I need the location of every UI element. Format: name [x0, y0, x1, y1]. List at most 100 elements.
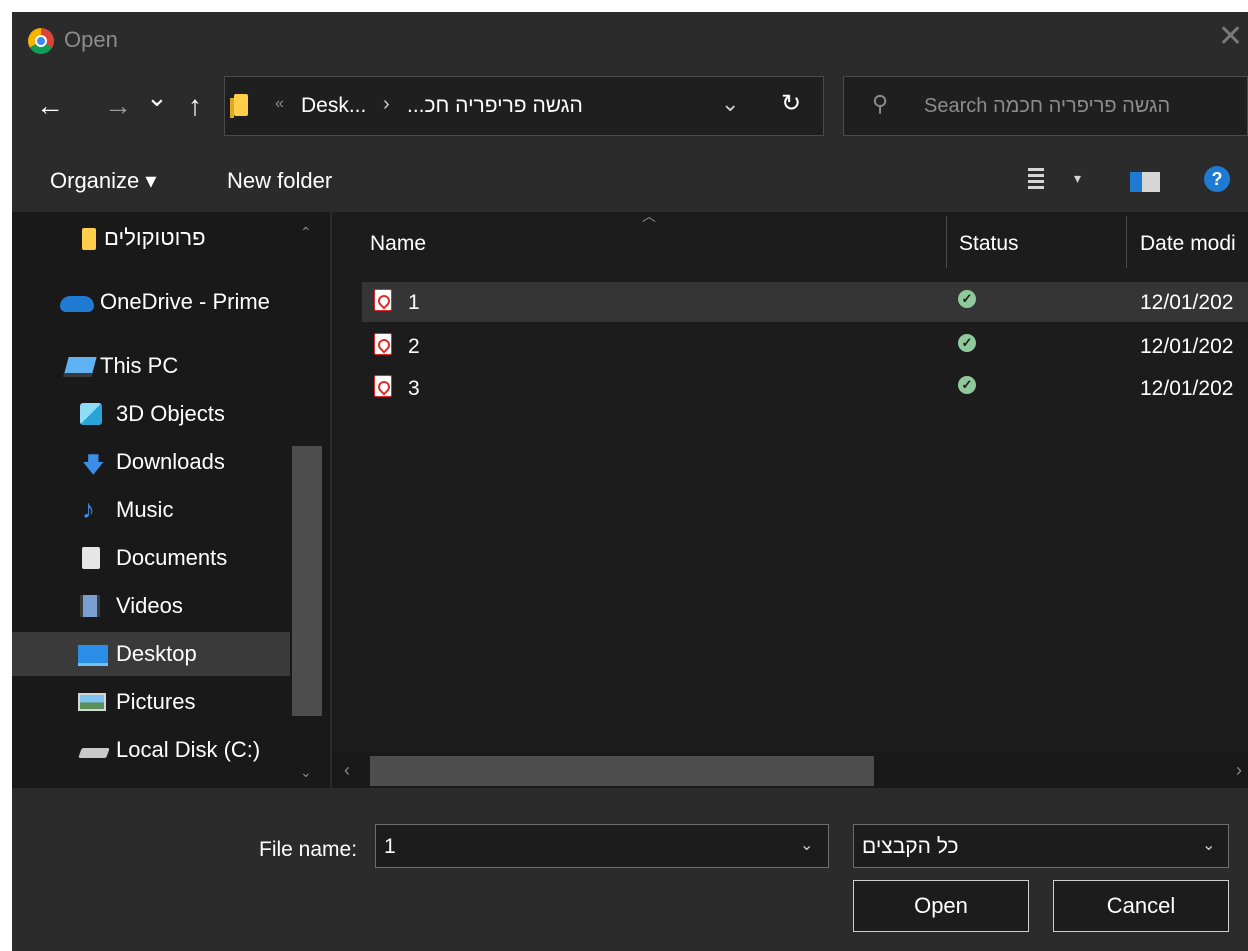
- sidebar-item-label: OneDrive - Prime: [100, 289, 270, 314]
- arrow-left-icon[interactable]: ←: [36, 92, 64, 120]
- sidebar-item-label: Local Disk (C:): [116, 737, 261, 762]
- documents-icon: [82, 547, 100, 569]
- sidebar-item-downloads[interactable]: 🡇 Downloads: [12, 440, 290, 484]
- arrow-right-icon[interactable]: →: [104, 92, 132, 120]
- scrollbar-thumb[interactable]: [370, 756, 874, 786]
- address-bar[interactable]: « Desk... › הגשה פריפריה חכ... ⌄ ↻: [224, 76, 824, 136]
- navigation-pane: פרוטוקולים OneDrive - Prime This PC 3D O…: [12, 212, 330, 788]
- file-name-label: File name:: [259, 838, 358, 861]
- horizontal-scrollbar[interactable]: ‹ ›: [332, 752, 1248, 788]
- scroll-up-icon[interactable]: ⌃: [300, 224, 312, 241]
- file-name: 2: [408, 335, 420, 358]
- file-name-field[interactable]: 1 ⌄: [375, 824, 829, 868]
- close-icon[interactable]: ✕: [1218, 22, 1243, 52]
- search-icon: ⚲: [872, 91, 889, 116]
- table-row[interactable]: 3 ✓ 12/01/202: [362, 368, 1248, 408]
- column-header-date-modified[interactable]: Date modi: [1140, 232, 1236, 256]
- cancel-button[interactable]: Cancel: [1053, 880, 1229, 932]
- videos-icon: [80, 595, 100, 617]
- column-divider[interactable]: [1126, 216, 1127, 268]
- desktop-icon: [78, 645, 108, 666]
- sidebar-item-label: Documents: [116, 545, 228, 570]
- organize-button[interactable]: Organize ▾: [50, 168, 156, 194]
- dialog-footer: File name: 1 ⌄ כל הקבצים ⌄ Open Cancel: [12, 788, 1248, 951]
- scroll-down-icon[interactable]: ⌄: [300, 764, 312, 781]
- file-type-select[interactable]: כל הקבצים ⌄: [853, 824, 1229, 868]
- sidebar-item-documents[interactable]: Documents: [12, 536, 290, 580]
- sidebar-item-desktop[interactable]: Desktop: [12, 632, 290, 676]
- sync-status-icon: ✓: [958, 334, 976, 352]
- help-icon[interactable]: ?: [1204, 166, 1230, 192]
- folder-icon: [82, 228, 96, 250]
- sidebar-item-this-pc[interactable]: This PC: [12, 344, 290, 388]
- music-icon: ♪: [82, 494, 95, 524]
- file-type-value: כל הקבצים: [862, 835, 959, 858]
- pictures-icon: [78, 693, 106, 711]
- file-date: 12/01/202: [1140, 335, 1234, 358]
- chevron-down-icon[interactable]: ⌄: [146, 84, 168, 110]
- column-header-name[interactable]: Name: [370, 232, 426, 256]
- sidebar-item-label: Pictures: [116, 689, 196, 714]
- sidebar-item-label: Music: [116, 497, 174, 522]
- sidebar-item-3d-objects[interactable]: 3D Objects: [12, 392, 290, 436]
- file-date: 12/01/202: [1140, 291, 1234, 314]
- new-folder-button[interactable]: New folder: [227, 168, 332, 194]
- search-placeholder: Search הגשה פריפריה חכמה: [924, 95, 1171, 117]
- refresh-icon[interactable]: ↻: [781, 89, 801, 118]
- pdf-file-icon: [374, 333, 392, 355]
- scroll-right-icon[interactable]: ›: [1236, 760, 1242, 781]
- sidebar-item-label: 3D Objects: [116, 401, 225, 426]
- file-name-dropdown-icon[interactable]: ⌄: [800, 835, 813, 855]
- table-row[interactable]: 1 ✓ 12/01/202: [362, 282, 1248, 322]
- view-dropdown-icon[interactable]: ▾: [1074, 170, 1081, 187]
- file-date: 12/01/202: [1140, 377, 1234, 400]
- sidebar-item-label: Videos: [116, 593, 183, 618]
- open-button[interactable]: Open: [853, 880, 1029, 932]
- 3d-objects-icon: [80, 403, 102, 425]
- file-name: 1: [408, 291, 420, 314]
- sidebar-item-label: Desktop: [116, 641, 197, 666]
- sync-status-icon: ✓: [958, 290, 976, 308]
- title-bar: Open ✕: [12, 12, 1248, 68]
- breadcrumb-current-folder[interactable]: הגשה פריפריה חכ...: [407, 94, 583, 118]
- file-name: 3: [408, 377, 420, 400]
- command-toolbar: Organize ▾ New folder ▾ ?: [12, 148, 1248, 212]
- chrome-logo-icon: [28, 28, 54, 54]
- file-type-dropdown-icon[interactable]: ⌄: [1202, 835, 1215, 855]
- sidebar-item-music[interactable]: ♪ Music: [12, 488, 290, 532]
- sidebar-item-pictures[interactable]: Pictures: [12, 680, 290, 724]
- arrow-up-icon[interactable]: ↑: [188, 92, 202, 120]
- sidebar-item-label: This PC: [100, 353, 179, 378]
- this-pc-icon: [63, 357, 97, 377]
- table-row[interactable]: 2 ✓ 12/01/202: [362, 326, 1248, 366]
- onedrive-cloud-icon: [60, 296, 94, 312]
- scrollbar-thumb[interactable]: [292, 446, 322, 716]
- chevron-right-icon[interactable]: ›: [383, 93, 390, 116]
- window-title: Open: [64, 27, 118, 52]
- sort-ascending-icon: ︿: [642, 208, 656, 224]
- sidebar-item-onedrive[interactable]: OneDrive - Prime: [12, 280, 290, 324]
- sidebar-item-label: Downloads: [116, 449, 225, 474]
- breadcrumb-desktop[interactable]: Desk...: [301, 94, 366, 118]
- pdf-file-icon: [374, 289, 392, 311]
- download-icon: 🡇: [82, 452, 105, 477]
- sidebar-scrollbar[interactable]: ⌃ ⌄: [290, 212, 324, 788]
- pdf-file-icon: [374, 375, 392, 397]
- search-input[interactable]: ⚲ Search הגשה פריפריה חכמה: [843, 76, 1248, 136]
- address-dropdown-icon[interactable]: ⌄: [721, 91, 739, 117]
- local-disk-icon: [78, 748, 110, 758]
- folder-icon: [230, 94, 248, 118]
- column-divider[interactable]: [946, 216, 947, 268]
- file-name-value: 1: [384, 835, 396, 858]
- sidebar-item-protocols[interactable]: פרוטוקולים: [12, 216, 290, 260]
- preview-pane-icon[interactable]: [1130, 172, 1160, 192]
- navigation-bar: ← → ⌄ ↑ « Desk... › הגשה פריפריה חכ... ⌄…: [12, 68, 1248, 148]
- sidebar-item-videos[interactable]: Videos: [12, 584, 290, 628]
- scroll-left-icon[interactable]: ‹: [344, 760, 350, 781]
- view-options-icon[interactable]: [1028, 168, 1044, 190]
- column-header-status[interactable]: Status: [959, 232, 1019, 256]
- sidebar-item-local-disk[interactable]: Local Disk (C:): [12, 728, 290, 772]
- sync-status-icon: ✓: [958, 376, 976, 394]
- address-overflow-icon[interactable]: «: [275, 95, 284, 113]
- file-list: ︿ Name Status Date modi 1 ✓ 12/01/202 2 …: [330, 208, 1248, 788]
